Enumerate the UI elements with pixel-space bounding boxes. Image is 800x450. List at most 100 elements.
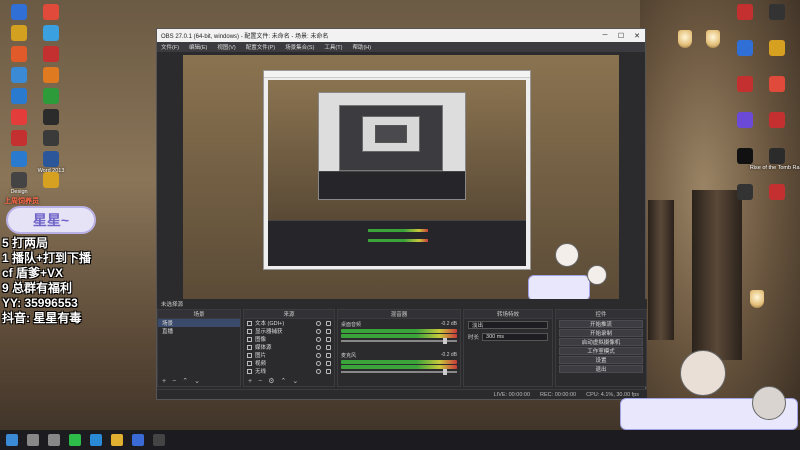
edge-icon[interactable]: [90, 434, 102, 446]
desktop-icon-right-11[interactable]: [760, 184, 794, 201]
obs-menubar: 文件(F) 编辑(E) 视图(V) 配置文件(P) 场景集合(S) 工具(T) …: [157, 42, 645, 52]
desktop-icon-right-6[interactable]: [728, 112, 762, 129]
eye-icon[interactable]: [316, 320, 321, 326]
desktop-icon-2[interactable]: [2, 25, 36, 42]
desktop-icon-right-5[interactable]: [760, 76, 794, 93]
remove-icon[interactable]: −: [172, 378, 176, 385]
eye-icon[interactable]: [316, 368, 321, 374]
desktop-icon-11[interactable]: [34, 109, 68, 126]
slider-handle[interactable]: [443, 338, 447, 344]
desktop-icon-10[interactable]: [2, 109, 36, 126]
desktop-icon-right-9[interactable]: Rise of the Tomb Ra...: [750, 148, 800, 171]
task-view-icon[interactable]: [48, 434, 60, 446]
source-item[interactable]: 显示器捕获: [244, 327, 334, 335]
source-item[interactable]: 媒体源: [244, 343, 334, 351]
lock-icon[interactable]: [326, 344, 331, 350]
desktop-icon-12[interactable]: [2, 130, 36, 147]
eye-icon[interactable]: [316, 336, 321, 342]
menu-scene-collection[interactable]: 场景集合(S): [285, 43, 314, 51]
source-item[interactable]: 图像: [244, 335, 334, 343]
settings-button[interactable]: 设置: [559, 356, 643, 364]
move-up-icon[interactable]: ⌃: [280, 377, 286, 385]
source-item[interactable]: 文本 (GDI+): [244, 319, 334, 327]
slider-handle[interactable]: [443, 369, 447, 375]
scene-item[interactable]: 场景: [158, 319, 240, 327]
desktop-icon-right-2[interactable]: [728, 40, 762, 57]
eye-icon[interactable]: [316, 328, 321, 334]
desktop-icon-right-7[interactable]: [760, 112, 794, 129]
scene-item[interactable]: 直播: [158, 327, 240, 335]
lock-icon[interactable]: [326, 352, 331, 358]
desktop-icon-1[interactable]: [34, 4, 68, 21]
desktop-icon-13[interactable]: [34, 130, 68, 147]
obs-titlebar[interactable]: OBS 27.0.1 (64-bit, windows) - 配置文件: 未命名…: [157, 29, 645, 42]
volume-slider[interactable]: [341, 369, 457, 375]
app-icon: [737, 76, 753, 92]
desktop-icon-17[interactable]: [34, 172, 68, 189]
wechat-icon[interactable]: [69, 434, 81, 446]
start-icon[interactable]: [6, 434, 18, 446]
desktop-icon-right-1[interactable]: [760, 4, 794, 21]
minimize-icon[interactable]: ─: [597, 29, 613, 42]
lock-icon[interactable]: [326, 368, 331, 374]
remove-icon[interactable]: −: [258, 378, 262, 385]
menu-help[interactable]: 帮助(H): [352, 43, 371, 51]
lock-icon[interactable]: [326, 336, 331, 342]
desktop-icon-16[interactable]: Design: [2, 172, 36, 195]
start-virtual-camera-button[interactable]: 启动虚拟摄像机: [559, 338, 643, 346]
lock-icon[interactable]: [326, 328, 331, 334]
desktop-icon-3[interactable]: [34, 25, 68, 42]
obs-window[interactable]: OBS 27.0.1 (64-bit, windows) - 配置文件: 未命名…: [156, 28, 647, 400]
obs-icon[interactable]: [153, 434, 165, 446]
menu-edit[interactable]: 编辑(E): [189, 43, 207, 51]
sources-dock: 来源 文本 (GDI+) 显示器捕获 图像 媒体源 图片 视频 无线 + − ⚙…: [243, 309, 335, 387]
search-icon[interactable]: [27, 434, 39, 446]
desktop-icon-0[interactable]: [2, 4, 36, 21]
desktop-icon-right-10[interactable]: [728, 184, 762, 201]
move-down-icon[interactable]: ⌄: [292, 377, 298, 385]
desktop-icon-14[interactable]: [2, 151, 36, 168]
duration-input[interactable]: 300 ms: [482, 333, 548, 341]
desktop-icon-right-0[interactable]: [728, 4, 762, 21]
maximize-icon[interactable]: ☐: [613, 29, 629, 42]
exit-button[interactable]: 退出: [559, 365, 643, 373]
source-item[interactable]: 图片: [244, 351, 334, 359]
studio-mode-button[interactable]: 工作室模式: [559, 347, 643, 355]
source-item[interactable]: 视频: [244, 359, 334, 367]
overlay-line: cf 盾爹+VX: [2, 266, 64, 280]
add-icon[interactable]: +: [248, 378, 252, 385]
menu-tools[interactable]: 工具(T): [324, 43, 342, 51]
eye-icon[interactable]: [316, 352, 321, 358]
move-down-icon[interactable]: ⌄: [194, 377, 200, 385]
desktop-icon-right-4[interactable]: [728, 76, 762, 93]
gear-icon[interactable]: ⚙: [268, 377, 274, 385]
transitions-dock-title: 转场特效: [464, 310, 552, 319]
transition-select[interactable]: 淡出: [468, 321, 548, 329]
desktop-icon-right-8[interactable]: [728, 148, 762, 165]
desktop-icon-7[interactable]: [34, 67, 68, 84]
menu-file[interactable]: 文件(F): [161, 43, 179, 51]
desktop-icon-4[interactable]: [2, 46, 36, 63]
store-icon[interactable]: [132, 434, 144, 446]
desktop-icon-right-3[interactable]: [760, 40, 794, 57]
move-up-icon[interactable]: ⌃: [182, 377, 188, 385]
lock-icon[interactable]: [326, 360, 331, 366]
desktop-icon-6[interactable]: [2, 67, 36, 84]
desktop-icon-15[interactable]: Word 2013: [34, 151, 68, 174]
menu-profile[interactable]: 配置文件(P): [246, 43, 275, 51]
start-streaming-button[interactable]: 开始推流: [559, 320, 643, 328]
volume-slider[interactable]: [341, 338, 457, 344]
desktop-icon-8[interactable]: [2, 88, 36, 105]
add-icon[interactable]: +: [162, 378, 166, 385]
close-icon[interactable]: ✕: [629, 29, 645, 42]
start-recording-button[interactable]: 开始录制: [559, 329, 643, 337]
source-item[interactable]: 无线: [244, 367, 334, 375]
lock-icon[interactable]: [326, 320, 331, 326]
obs-preview[interactable]: [183, 55, 619, 305]
menu-view[interactable]: 视图(V): [217, 43, 235, 51]
desktop-icon-9[interactable]: [34, 88, 68, 105]
eye-icon[interactable]: [316, 344, 321, 350]
explorer-icon[interactable]: [111, 434, 123, 446]
desktop-icon-5[interactable]: [34, 46, 68, 63]
eye-icon[interactable]: [316, 360, 321, 366]
